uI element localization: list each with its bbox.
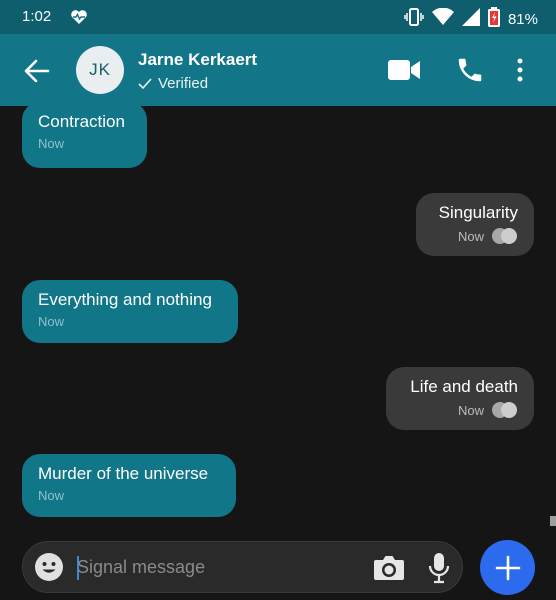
attach-button[interactable] (480, 540, 535, 595)
phone-icon (458, 58, 482, 82)
camera-icon (374, 556, 404, 580)
battery-icon (487, 7, 500, 32)
message-time: Now (38, 488, 65, 503)
avatar-initials: JK (89, 60, 111, 79)
message-composer (22, 541, 463, 593)
message-time: Now (38, 314, 65, 329)
delivered-checks-icon (492, 401, 518, 419)
conversation-header: JK Jarne Kerkaert Verified (0, 34, 556, 106)
wifi-icon (431, 7, 454, 31)
voice-note-button[interactable] (427, 552, 451, 589)
heart-pulse-icon (70, 9, 88, 30)
emoji-icon (35, 553, 63, 581)
message-input[interactable] (77, 548, 357, 586)
message-text: Everything and nothing (38, 290, 212, 309)
status-icons: 81% (404, 7, 538, 32)
message-time: Now (457, 228, 484, 244)
video-call-icon (388, 60, 420, 80)
avatar[interactable]: JK (76, 46, 124, 94)
vibrate-icon (404, 8, 424, 31)
video-call-button[interactable] (388, 58, 420, 87)
message-time: Now (38, 136, 65, 151)
scrollbar-thumb[interactable] (550, 516, 556, 526)
check-icon (138, 77, 152, 89)
outgoing-message[interactable]: Singularity Now (416, 193, 534, 256)
more-vert-icon (517, 58, 523, 82)
delivered-checks-icon (492, 227, 518, 245)
message-text: Contraction (38, 112, 125, 131)
emoji-button[interactable] (34, 552, 64, 587)
status-bar: 1:02 81% (0, 0, 556, 34)
back-button[interactable] (20, 54, 54, 88)
message-text: Murder of the universe (38, 464, 209, 483)
incoming-message[interactable]: Contraction Now (22, 106, 147, 168)
mic-icon (428, 553, 450, 584)
message-text: Singularity (438, 203, 518, 222)
message-list[interactable]: Contraction Now Singularity Now Everythi… (0, 106, 556, 530)
back-arrow-icon (24, 59, 50, 83)
contact-name[interactable]: Jarne Kerkaert (138, 50, 257, 70)
incoming-message[interactable]: Murder of the universe Now (22, 454, 236, 517)
battery-percentage: 81% (507, 11, 538, 28)
message-time: Now (457, 402, 484, 418)
verified-status: Verified (138, 75, 208, 92)
outgoing-message[interactable]: Life and death Now (386, 367, 534, 430)
incoming-message[interactable]: Everything and nothing Now (22, 280, 238, 343)
status-time: 1:02 (22, 8, 52, 25)
more-options-button[interactable] (517, 58, 523, 87)
plus-icon (495, 555, 520, 580)
voice-call-button[interactable] (455, 55, 485, 90)
message-text: Life and death (410, 377, 518, 396)
verified-label: Verified (158, 75, 209, 92)
signal-icon (461, 8, 480, 31)
camera-button[interactable] (373, 554, 405, 587)
